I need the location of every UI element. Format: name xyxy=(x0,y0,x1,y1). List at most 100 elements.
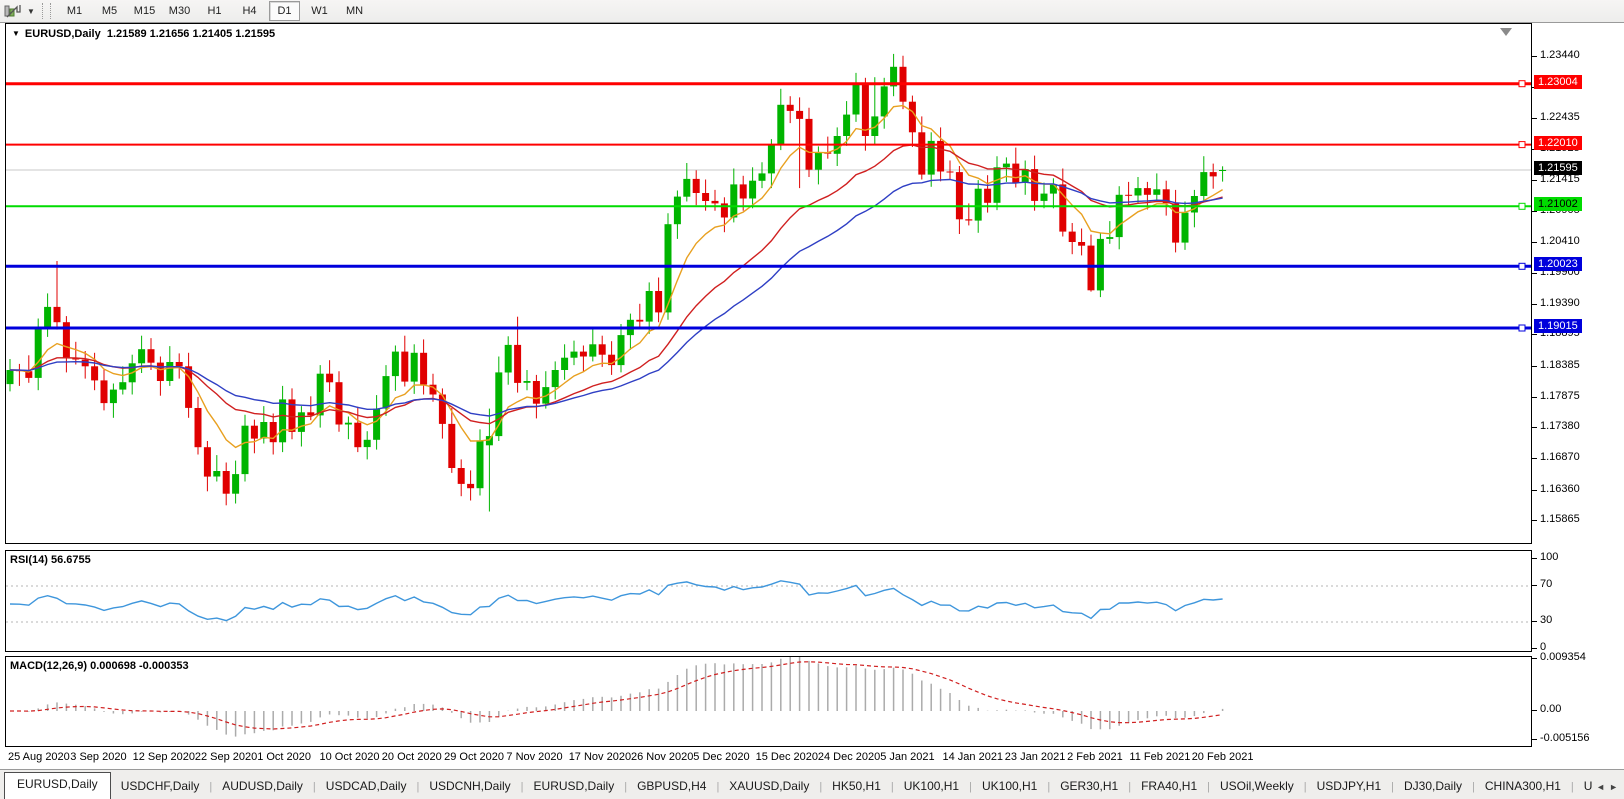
tab-scroll-right-icon[interactable]: ► xyxy=(1609,782,1622,792)
hline-price-label[interactable]: 1.22010 xyxy=(1534,136,1582,150)
macd-tick-label-tick xyxy=(1532,710,1537,711)
hline-price-label[interactable]: 1.20023 xyxy=(1534,257,1582,271)
current-price-label[interactable]: 1.21595 xyxy=(1534,161,1582,175)
tab-scroll-left-icon[interactable]: ◄ xyxy=(1596,782,1609,792)
date-tick-label: 12 Sep 2020 xyxy=(133,751,195,763)
price-tick-label: 1.20410 xyxy=(1540,235,1580,247)
price-tick-label: 1.22435 xyxy=(1540,111,1580,123)
macd-panel: MACD(12,26,9) 0.000698 -0.000353 xyxy=(5,656,1532,747)
macd-canvas[interactable] xyxy=(6,657,1531,746)
chart-tab-ger30-h1[interactable]: GER30,H1 xyxy=(1050,775,1128,799)
hline-price-label[interactable]: 1.21002 xyxy=(1534,197,1582,211)
chart-tab-hk50-h1[interactable]: HK50,H1 xyxy=(822,775,891,799)
date-tick-label: 7 Nov 2020 xyxy=(506,751,562,763)
rsi-tick-label: 30 xyxy=(1540,614,1552,626)
macd-tick-label: 0.009354 xyxy=(1540,651,1586,663)
main-chart-canvas[interactable] xyxy=(6,24,1531,543)
macd-tick-label: -0.005156 xyxy=(1540,732,1590,744)
date-tick-label: 23 Jan 2021 xyxy=(1005,751,1066,763)
timeframe-button-h1[interactable]: H1 xyxy=(199,1,230,21)
date-tick-label: 20 Oct 2020 xyxy=(382,751,442,763)
macd-tick-label-tick xyxy=(1532,658,1537,659)
date-tick-label: 22 Sep 2020 xyxy=(195,751,257,763)
price-tick-label-tick xyxy=(1532,273,1537,274)
chart-title-collapse-icon[interactable]: ▼ xyxy=(12,29,20,38)
rsi-tick-label: 100 xyxy=(1540,551,1558,563)
price-tick-label-tick xyxy=(1532,242,1537,243)
chart-tab-audusd-daily[interactable]: AUDUSD,Daily xyxy=(212,775,313,799)
timeframe-button-mn[interactable]: MN xyxy=(339,1,370,21)
main-chart-panel: ▼ EURUSD,Daily 1.21589 1.21656 1.21405 1.… xyxy=(5,23,1532,544)
date-tick-label: 29 Oct 2020 xyxy=(444,751,504,763)
date-tick-label: 10 Oct 2020 xyxy=(320,751,380,763)
date-tick-label: 5 Jan 2021 xyxy=(880,751,934,763)
tab-scroll-arrows[interactable]: ◄► xyxy=(1592,782,1622,792)
price-tick-label: 1.17875 xyxy=(1540,390,1580,402)
price-tick-label-tick xyxy=(1532,334,1537,335)
rsi-tick-label-tick xyxy=(1532,621,1537,622)
date-axis[interactable]: 25 Aug 20203 Sep 202012 Sep 202022 Sep 2… xyxy=(5,747,1532,769)
timeframe-buttons: M1M5M15M30H1H4D1W1MN xyxy=(57,0,372,22)
rsi-tick-label-tick xyxy=(1532,585,1537,586)
date-tick-label: 24 Dec 2020 xyxy=(818,751,880,763)
chart-tab-eurusd-daily[interactable]: EURUSD,Daily xyxy=(524,775,625,799)
date-tick-label: 2 Feb 2021 xyxy=(1067,751,1123,763)
chart-tab-usdcnh-daily[interactable]: USDCNH,Daily xyxy=(419,775,520,799)
date-tick-label: 20 Feb 2021 xyxy=(1192,751,1254,763)
chart-tab-uk100-h1[interactable]: UK100,H1 xyxy=(894,775,969,799)
mt4-terminal: { "toolbar": { "timeframes": ["M1","M5",… xyxy=(0,0,1624,798)
price-tick-label-tick xyxy=(1532,180,1537,181)
date-tick-label: 5 Dec 2020 xyxy=(693,751,749,763)
date-tick-label: 14 Jan 2021 xyxy=(943,751,1004,763)
price-tick-label-tick xyxy=(1532,427,1537,428)
price-axis[interactable]: 1.234401.229301.224351.219251.214151.209… xyxy=(1532,23,1624,747)
hline-price-label[interactable]: 1.19015 xyxy=(1534,319,1582,333)
chart-tab-usoil-weekly[interactable]: USOil,Weekly xyxy=(1210,775,1304,799)
date-tick-label: 1 Oct 2020 xyxy=(257,751,311,763)
toolbar-grip[interactable] xyxy=(42,3,51,19)
chart-tab-fra40-h1[interactable]: FRA40,H1 xyxy=(1131,775,1207,799)
timeframe-button-m15[interactable]: M15 xyxy=(129,1,160,21)
price-tick-label-tick xyxy=(1532,520,1537,521)
chart-title: ▼ EURUSD,Daily 1.21589 1.21656 1.21405 1.… xyxy=(12,28,275,40)
timeframe-button-h4[interactable]: H4 xyxy=(234,1,265,21)
profiles-icon[interactable] xyxy=(2,2,24,20)
timeframe-button-m1[interactable]: M1 xyxy=(59,1,90,21)
price-tick-label: 1.23440 xyxy=(1540,49,1580,61)
timeframe-button-m30[interactable]: M30 xyxy=(164,1,195,21)
hline-price-label[interactable]: 1.23004 xyxy=(1534,75,1582,89)
price-tick-label: 1.17380 xyxy=(1540,420,1580,432)
date-tick-label: 26 Nov 2020 xyxy=(631,751,693,763)
chart-tab-china300-h1[interactable]: CHINA300,H1 xyxy=(1475,775,1571,799)
price-tick-label-tick xyxy=(1532,56,1537,57)
rsi-canvas[interactable] xyxy=(6,551,1531,651)
chart-title-symbol: EURUSD,Daily xyxy=(25,28,101,40)
chart-tab-uk100-h1[interactable]: UK100,H1 xyxy=(972,775,1047,799)
price-tick-label-tick xyxy=(1532,304,1537,305)
timeframe-button-w1[interactable]: W1 xyxy=(304,1,335,21)
date-tick-label: 15 Dec 2020 xyxy=(756,751,818,763)
price-tick-label: 1.18385 xyxy=(1540,359,1580,371)
chart-tab-usdchf-daily[interactable]: USDCHF,Daily xyxy=(111,775,210,799)
timeframe-button-d1[interactable]: D1 xyxy=(269,1,300,21)
timeframe-button-m5[interactable]: M5 xyxy=(94,1,125,21)
rsi-tick-label: 70 xyxy=(1540,578,1552,590)
rsi-tick-label-tick xyxy=(1532,558,1537,559)
profiles-dropdown-caret[interactable]: ▼ xyxy=(24,7,38,16)
toolbar: ▼ M1M5M15M30H1H4D1W1MN xyxy=(0,0,1624,23)
chart-tab-usdjpy-h1[interactable]: USDJPY,H1 xyxy=(1307,775,1391,799)
chart-title-ohlc: 1.21589 1.21656 1.21405 1.21595 xyxy=(107,28,275,40)
chart-shift-marker[interactable] xyxy=(1500,28,1512,36)
macd-tick-label: 0.00 xyxy=(1540,703,1561,715)
price-tick-label-tick xyxy=(1532,366,1537,367)
chart-tab-eurusd-daily[interactable]: EURUSD,Daily xyxy=(4,772,111,799)
macd-tick-label-tick xyxy=(1532,739,1537,740)
chart-tab-gbpusd-h4[interactable]: GBPUSD,H4 xyxy=(627,775,716,799)
date-tick-label: 17 Nov 2020 xyxy=(569,751,631,763)
profiles-icon-glyph xyxy=(4,4,22,19)
chart-tab-dj30-daily[interactable]: DJ30,Daily xyxy=(1394,775,1472,799)
chart-tab-xauusd-daily[interactable]: XAUUSD,Daily xyxy=(719,775,819,799)
price-tick-label: 1.16360 xyxy=(1540,483,1580,495)
chart-tab-usdcad-daily[interactable]: USDCAD,Daily xyxy=(316,775,417,799)
price-tick-label: 1.19390 xyxy=(1540,297,1580,309)
